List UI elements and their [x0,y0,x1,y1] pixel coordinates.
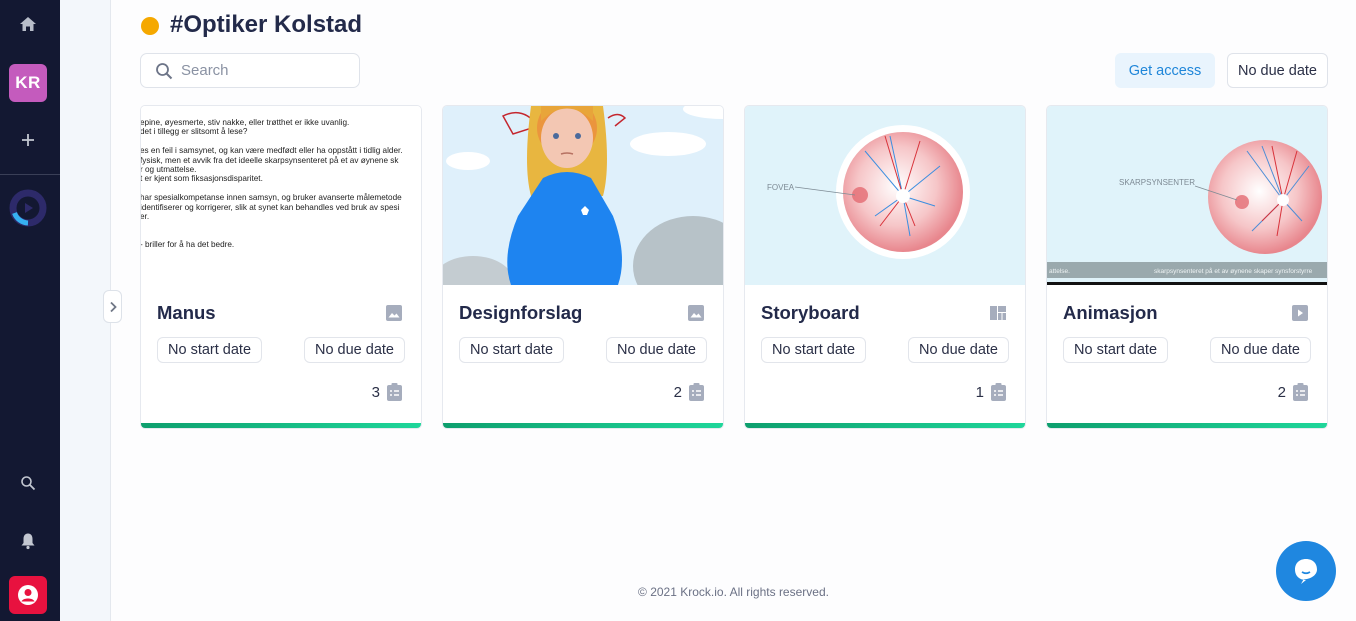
main-sidebar: KR [0,0,60,621]
get-access-button[interactable]: Get access [1115,53,1215,88]
task-count: 1 [975,384,984,401]
progress-bar [745,423,1025,428]
clipboard-list-icon[interactable] [991,383,1006,401]
task-count: 3 [371,384,380,401]
page-title: #Optiker Kolstad [170,11,363,38]
card-title: Manus [157,302,216,323]
due-date-button[interactable]: No due date [1209,337,1311,363]
search-icon [21,476,36,491]
document-line: er. [141,212,150,222]
add-workspace-button[interactable] [9,121,47,159]
card-title: Animasjon [1063,302,1158,323]
image-icon [386,305,402,321]
bell-icon [21,533,35,550]
thumb-label: FOVEA [767,183,795,192]
card-title: Storyboard [761,302,860,323]
storyboard-icon [990,306,1006,320]
due-date-button[interactable]: No due date [605,337,707,363]
thumb-label: SKARPSYNSENTER [1119,178,1195,187]
eye-diagram: SKARPSYNSENTER attelse. skarpsynsenteret… [1047,140,1327,285]
project-due-date-button[interactable]: No due date [1227,53,1328,88]
plus-icon [22,134,34,146]
task-count: 2 [1277,384,1286,401]
progress-bar [443,423,723,428]
start-date-button[interactable]: No start date [157,337,263,363]
start-date-button[interactable]: No start date [459,337,565,363]
chat-bubble-icon [1295,559,1317,584]
chevron-right-icon [109,301,117,312]
asset-card[interactable]: Designforslag No start date No due date … [442,105,724,429]
document-line: fysisk, men et avvik fra det ideelle ska… [141,155,399,165]
footer-copyright: © 2021 Krock.io. All rights reserved. [638,585,829,599]
card-thumbnail-illustration [443,106,723,285]
asset-card[interactable]: SKARPSYNSENTER attelse. skarpsynsenteret… [1046,105,1328,429]
image-icon [688,305,704,321]
clipboard-list-icon[interactable] [689,383,704,401]
document-line: identifiserer og korrigerer, slik at syn… [141,202,400,212]
document-line: es en feil i samsynet, og kan være medfø… [141,146,403,156]
due-date-button[interactable]: No due date [907,337,1009,363]
card-thumbnail-eye: FOVEA [745,106,1025,285]
search-input[interactable] [181,62,351,79]
krock-logo-button[interactable] [9,189,47,227]
start-date-button[interactable]: No start date [1063,337,1169,363]
krock-logo-icon [9,189,47,227]
clipboard-list-icon[interactable] [1293,383,1308,401]
card-thumbnail-eye-video: SKARPSYNSENTER attelse. skarpsynsenteret… [1047,106,1327,285]
project-status-dot [141,17,159,35]
workspace-avatar[interactable]: KR [9,64,47,102]
rail-divider [0,174,60,175]
home-icon [20,17,36,31]
document-line: epine, øyesmerte, stiv nakke, eller trøt… [141,118,350,127]
notifications-button[interactable] [9,522,47,560]
chat-widget-button[interactable] [1276,541,1336,601]
home-button[interactable] [9,5,47,43]
progress-bar [141,423,421,428]
document-line: har spesialkompetanse innen samsyn, og b… [141,193,402,203]
character-illustration [443,106,723,285]
document-line: t er kjent som fiksasjonsdisparitet. [141,174,263,184]
due-date-button[interactable]: No due date [303,337,405,363]
document-line: r og utmattelse. [141,165,197,175]
asset-card[interactable]: FOVEA Storyboard No start date No due da… [744,105,1026,429]
search-icon [156,62,173,79]
thumb-caption: attelse. [1049,268,1070,275]
thumb-caption: skarpsynsenteret på et av øynene skaper … [1154,267,1313,275]
global-search-button[interactable] [9,464,47,502]
start-date-button[interactable]: No start date [761,337,867,363]
asset-card[interactable]: epine, øyesmerte, stiv nakke, eller trøt… [140,105,422,429]
eye-diagram: FOVEA [767,125,970,259]
progress-bar [1047,423,1327,428]
clipboard-list-icon[interactable] [387,383,402,401]
video-icon [1292,305,1308,321]
card-thumbnail-document: epine, øyesmerte, stiv nakke, eller trøt… [141,106,421,285]
card-title: Designforslag [459,302,583,323]
search-box[interactable] [140,53,360,88]
task-count: 2 [673,384,682,401]
document-line: det i tillegg er slitsomt å lese? [141,127,248,137]
document-line: - briller for å ha det bedre. [141,240,235,250]
expand-sidebar-button[interactable] [103,290,122,323]
